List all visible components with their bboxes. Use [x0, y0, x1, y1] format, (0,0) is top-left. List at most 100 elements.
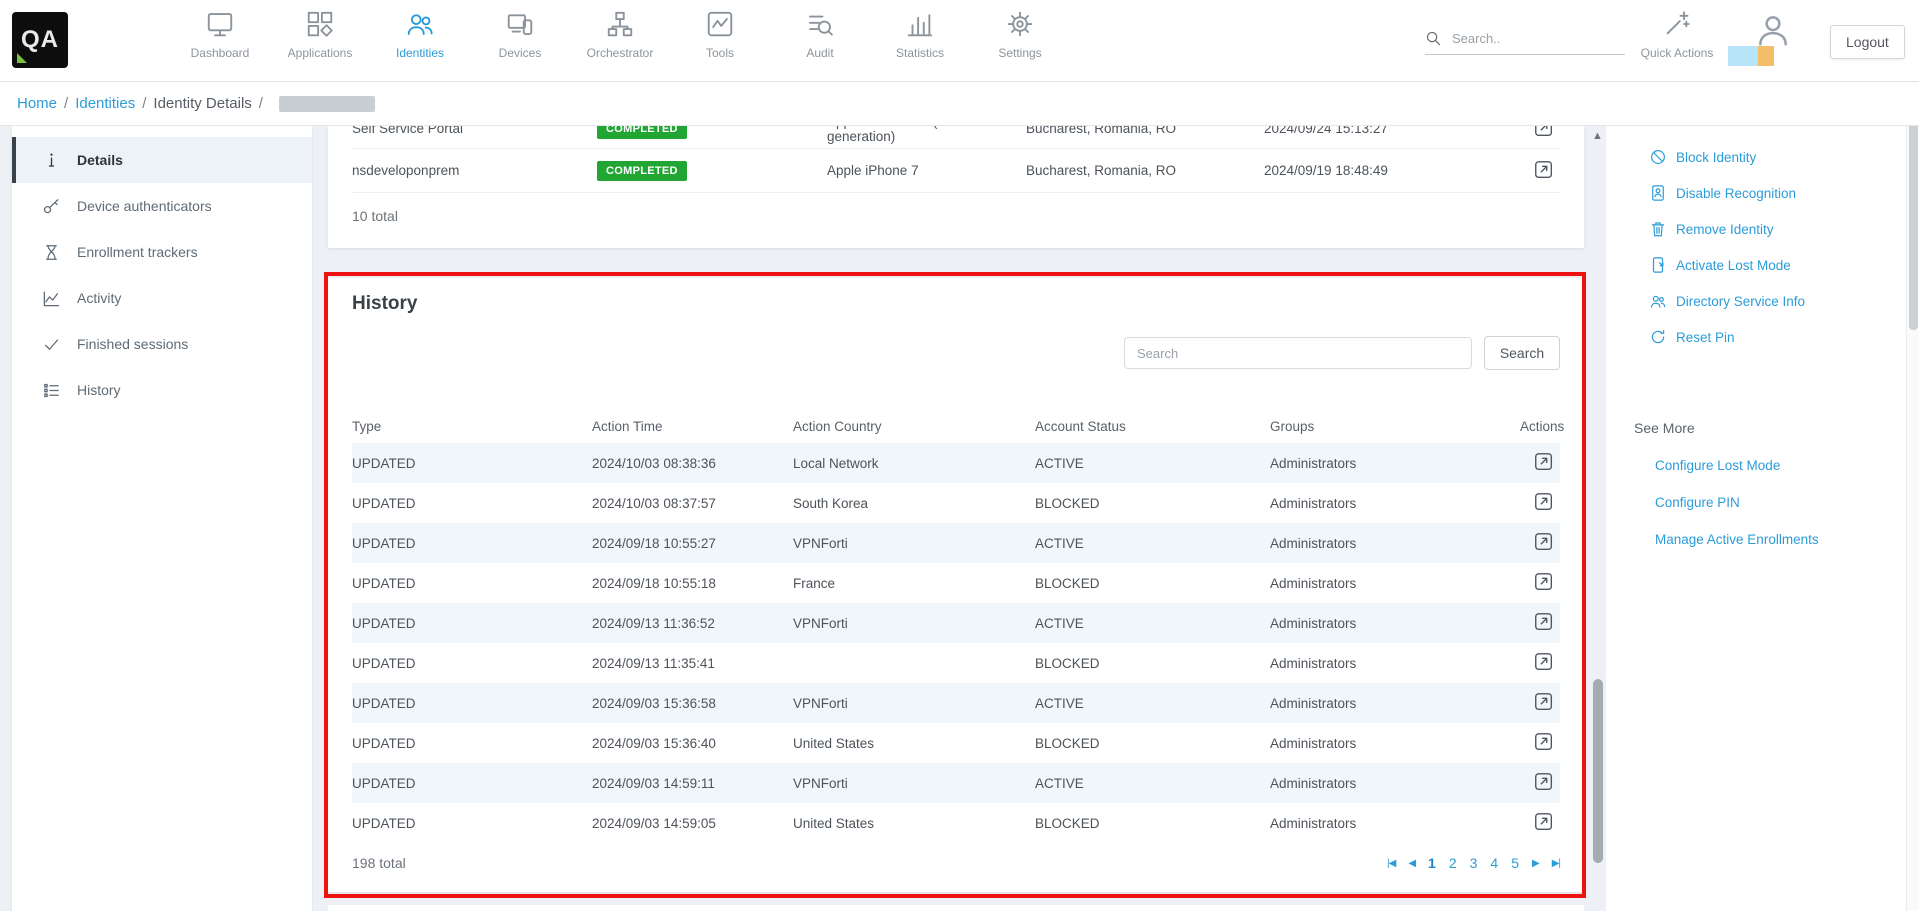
breadcrumb-identities[interactable]: Identities	[75, 95, 135, 112]
row-details-button[interactable]	[1532, 571, 1556, 595]
nav-applications[interactable]: Applications	[270, 9, 370, 60]
row-details-button[interactable]	[1532, 731, 1556, 755]
action-remove-identity[interactable]: Remove Identity	[1606, 211, 1906, 247]
dashboard-icon	[205, 9, 235, 39]
pagination-last-icon[interactable]: ▶|	[1552, 858, 1560, 869]
pagination-page-5[interactable]: 5	[1511, 855, 1519, 871]
open-details-icon	[1533, 451, 1555, 473]
session-details-button[interactable]	[1532, 126, 1556, 141]
pagination-prev-icon[interactable]: ◀	[1408, 858, 1415, 869]
nav-settings[interactable]: Settings	[970, 9, 1070, 60]
main-nav: Dashboard Applications Identities Device…	[170, 9, 1070, 60]
quick-actions-button[interactable]: Quick Actions	[1627, 10, 1727, 60]
row-details-button[interactable]	[1532, 451, 1556, 475]
session-location: Bucharest, Romania, RO	[1026, 126, 1264, 136]
language-flag-orange	[1758, 46, 1774, 66]
open-details-icon	[1533, 811, 1555, 833]
next-card-edge	[328, 905, 1584, 911]
sidebar-item-label: Details	[77, 152, 123, 168]
magic-wand-icon	[1663, 10, 1691, 38]
nav-orchestrator[interactable]: Orchestrator	[570, 9, 670, 60]
table-row: UPDATED 2024/09/03 15:36:40 United State…	[352, 723, 1560, 763]
row-details-button[interactable]	[1532, 811, 1556, 835]
cell-groups: Administrators	[1270, 736, 1520, 751]
action-activate-lost-mode[interactable]: Activate Lost Mode	[1606, 247, 1906, 283]
pagination-page-3[interactable]: 3	[1470, 855, 1478, 871]
session-details-button[interactable]	[1532, 159, 1556, 183]
open-details-icon	[1533, 571, 1555, 593]
quick-actions-label: Quick Actions	[1641, 46, 1714, 60]
cell-country: South Korea	[793, 496, 1035, 511]
row-details-button[interactable]	[1532, 771, 1556, 795]
scrollbar-up-arrow[interactable]: ▲	[1592, 130, 1603, 142]
row-details-button[interactable]	[1532, 531, 1556, 555]
sidebar-item-enrollment-trackers[interactable]: Enrollment trackers	[12, 229, 312, 275]
app-logo[interactable]: QA	[12, 12, 68, 68]
row-details-button[interactable]	[1532, 651, 1556, 675]
pagination-page-4[interactable]: 4	[1490, 855, 1498, 871]
link-configure-pin[interactable]: Configure PIN	[1655, 495, 1906, 510]
window-scrollbar-thumb[interactable]	[1909, 90, 1918, 330]
row-details-button[interactable]	[1532, 611, 1556, 635]
history-list-icon	[42, 381, 61, 400]
nav-identities[interactable]: Identities	[370, 9, 470, 60]
nav-audit[interactable]: Audit	[770, 9, 870, 60]
action-directory-service-info[interactable]: Directory Service Info	[1606, 283, 1906, 319]
table-row: UPDATED 2024/09/18 10:55:18 France BLOCK…	[352, 563, 1560, 603]
action-reset-pin[interactable]: Reset Pin	[1606, 319, 1906, 355]
session-time: 2024/09/24 15:13:27	[1264, 126, 1520, 136]
logout-button[interactable]: Logout	[1830, 25, 1905, 59]
action-disable-recognition[interactable]: Disable Recognition	[1606, 175, 1906, 211]
window-scrollbar[interactable]	[1906, 82, 1919, 911]
nav-devices[interactable]: Devices	[470, 9, 570, 60]
pagination-first-icon[interactable]: |◀	[1387, 858, 1395, 869]
table-row: UPDATED 2024/09/03 14:59:05 United State…	[352, 803, 1560, 843]
table-row: UPDATED 2024/09/13 11:36:52 VPNForti ACT…	[352, 603, 1560, 643]
col-action-country: Action Country	[793, 419, 1035, 434]
sidebar-item-activity[interactable]: Activity	[12, 275, 312, 321]
lost-mode-phone-icon	[1649, 256, 1667, 274]
row-details-button[interactable]	[1532, 691, 1556, 715]
breadcrumb-separator: /	[142, 95, 146, 112]
sidebar-item-device-authenticators[interactable]: Device authenticators	[12, 183, 312, 229]
row-details-button[interactable]	[1532, 491, 1556, 515]
action-block-identity[interactable]: Block Identity	[1606, 139, 1906, 175]
nav-statistics[interactable]: Statistics	[870, 9, 970, 60]
nav-tools[interactable]: Tools	[670, 9, 770, 60]
cell-time: 2024/09/03 14:59:05	[592, 816, 793, 831]
link-manage-active-enrollments[interactable]: Manage Active Enrollments	[1655, 532, 1906, 547]
global-search-input[interactable]	[1452, 31, 1612, 46]
sidebar-item-finished-sessions[interactable]: Finished sessions	[12, 321, 312, 367]
status-badge: COMPLETED	[597, 161, 687, 181]
col-actions: Actions	[1520, 419, 1568, 434]
nav-dashboard[interactable]: Dashboard	[170, 9, 270, 60]
sidebar-item-history[interactable]: History	[12, 367, 312, 413]
sidebar-item-details[interactable]: Details	[12, 137, 312, 183]
content-scrollbar-thumb[interactable]	[1593, 679, 1603, 863]
orchestrator-icon	[605, 9, 635, 39]
sidebar-item-label: Enrollment trackers	[77, 244, 198, 260]
identities-icon	[405, 9, 435, 39]
user-icon	[1754, 11, 1792, 49]
cell-type: UPDATED	[352, 456, 592, 471]
users-icon	[1649, 292, 1667, 310]
pagination-page-2[interactable]: 2	[1449, 855, 1457, 871]
session-location: Bucharest, Romania, RO	[1026, 163, 1264, 178]
session-device: Apple iPhone 7	[827, 163, 1026, 178]
language-flag-blue[interactable]	[1728, 46, 1758, 66]
cell-time: 2024/10/03 08:38:36	[592, 456, 793, 471]
top-navbar: QA Dashboard Applications Identities Dev…	[0, 0, 1919, 82]
statistics-icon	[905, 9, 935, 39]
history-search-button[interactable]: Search	[1484, 336, 1560, 370]
open-details-icon	[1533, 691, 1555, 713]
cell-type: UPDATED	[352, 496, 592, 511]
nav-label: Orchestrator	[587, 46, 654, 60]
pagination-page-1[interactable]: 1	[1428, 855, 1436, 871]
nav-label: Settings	[998, 46, 1041, 60]
history-search-input[interactable]	[1124, 337, 1472, 369]
pagination-next-icon[interactable]: ▶	[1532, 858, 1539, 869]
link-configure-lost-mode[interactable]: Configure Lost Mode	[1655, 458, 1906, 473]
breadcrumb-home[interactable]: Home	[17, 95, 57, 112]
user-avatar[interactable]	[1754, 11, 1792, 49]
session-time: 2024/09/19 18:48:49	[1264, 163, 1520, 178]
